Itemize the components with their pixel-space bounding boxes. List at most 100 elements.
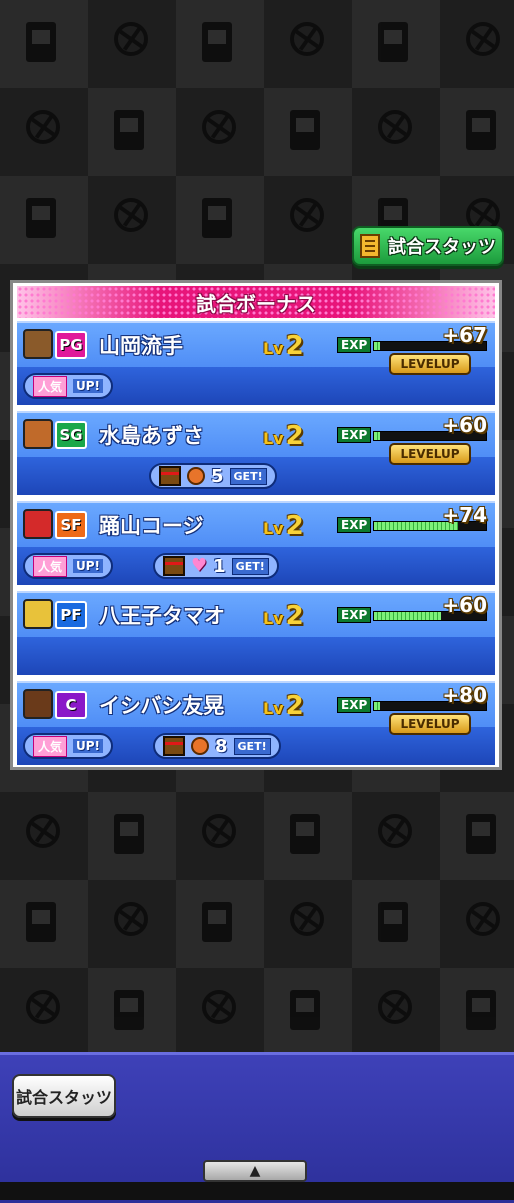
bonus-strip [17,637,495,675]
exp-bar-fill [374,342,380,350]
level-label: Lv [263,519,284,538]
player-name: 山岡流手 [99,334,183,358]
player-row: 人気 UP! PG 山岡流手 Lv 2 EXP +67 LEVELUP [17,321,495,405]
player-portrait [23,419,53,449]
basketball-pattern-icon [290,22,324,56]
basketball-pattern-icon [114,198,148,232]
level-value: 2 [285,511,304,541]
exp-label: EXP [337,517,372,533]
treasure-chest-icon [163,556,185,576]
exp-bar-fill [374,612,442,620]
panel-title-bar: 試合ボーナス [17,286,495,318]
up-arrow-icon: ▲ [249,1163,261,1179]
basketball-pattern-icon [202,110,236,144]
bottom-match-stats-button[interactable]: 試合スタッツ [12,1074,116,1118]
robot-pattern-icon [378,902,408,942]
robot-pattern-icon [290,110,320,150]
robot-pattern-icon [466,990,496,1030]
level-label: Lv [263,609,284,628]
popularity-label: 人気 [33,735,68,757]
player-portrait [23,599,53,629]
heart-icon: ♥ [191,555,208,576]
level-display: Lv 2 [263,691,304,721]
exp-bar-fill [374,702,380,710]
position-badge: PG [55,331,87,359]
bottom-strip [0,1182,514,1200]
basketball-pattern-icon [466,22,500,56]
basketball-icon [191,737,209,755]
scoresheet-icon [360,234,380,258]
level-value: 2 [285,691,304,721]
basketball-pattern-icon [466,902,500,936]
popularity-label: 人気 [33,555,68,577]
match-stats-button[interactable]: 試合スタッツ [352,226,504,266]
robot-pattern-icon [466,110,496,150]
player-portrait [23,329,53,359]
exp-label: EXP [337,337,372,353]
player-portrait [23,509,53,539]
player-portrait [23,689,53,719]
item-get-chip: 8 GET! [153,733,281,759]
basketball-pattern-icon [290,902,324,936]
level-up-badge: LEVELUP [389,713,471,735]
robot-pattern-icon [466,814,496,854]
player-name: 八王子タマオ [99,604,225,628]
bottom-match-stats-label: 試合スタッツ [15,1088,112,1107]
player-name: 踊山コージ [99,514,204,538]
exp-bar-fill [374,432,380,440]
popularity-label: 人気 [33,375,68,397]
exp-gain: +67 [442,323,487,347]
exp-gain: +60 [442,593,487,617]
level-up-badge: LEVELUP [389,443,471,465]
robot-pattern-icon [114,990,144,1030]
player-name: イシバシ友晃 [99,694,225,718]
exp-gain: +80 [442,683,487,707]
basketball-pattern-icon [114,902,148,936]
level-value: 2 [285,421,304,451]
basketball-pattern-icon [202,990,236,1024]
popularity-up-chip: 人気 UP! [23,553,114,579]
up-badge: UP! [73,739,104,753]
item-get-chip: 5 GET! [149,463,277,489]
player-row: PF 八王子タマオ Lv 2 EXP +60 [17,591,495,675]
collapse-tab[interactable]: ▲ [203,1160,307,1182]
robot-pattern-icon [290,990,320,1030]
item-get-chip: ♥ 1 GET! [153,553,279,579]
match-stats-label: 試合スタッツ [388,237,496,258]
level-label: Lv [263,429,284,448]
robot-pattern-icon [202,22,232,62]
exp-gain: +74 [442,503,487,527]
popularity-up-chip: 人気 UP! [23,373,114,399]
player-row: 人気 UP! ♥ 1 GET! SF 踊山コージ Lv 2 EXP +74 [17,501,495,585]
panel-title: 試合ボーナス [196,291,316,316]
basketball-pattern-icon [378,110,412,144]
exp-gain: +60 [442,413,487,437]
basketball-pattern-icon [202,814,236,848]
treasure-chest-icon [159,466,181,486]
level-display: Lv 2 [263,601,304,631]
position-badge: SG [55,421,87,449]
position-badge: C [55,691,87,719]
up-badge: UP! [73,559,104,573]
basketball-pattern-icon [378,990,412,1024]
level-label: Lv [263,339,284,358]
basketball-icon [187,467,205,485]
exp-label: EXP [337,697,372,713]
position-badge: PF [55,601,87,629]
get-badge: GET! [229,467,267,485]
item-count: 5 [211,465,224,487]
basketball-pattern-icon [26,814,60,848]
get-badge: GET! [233,737,271,755]
robot-pattern-icon [378,22,408,62]
level-display: Lv 2 [263,331,304,361]
player-row: 5 GET! SG 水島あずさ Lv 2 EXP +60 LEVELUP [17,411,495,495]
level-display: Lv 2 [263,511,304,541]
item-count: 8 [215,735,228,757]
robot-pattern-icon [202,198,232,238]
level-value: 2 [285,331,304,361]
basketball-pattern-icon [26,990,60,1024]
player-name: 水島あずさ [99,424,204,448]
up-badge: UP! [73,379,104,393]
basketball-pattern-icon [114,22,148,56]
item-count: 1 [213,555,226,577]
